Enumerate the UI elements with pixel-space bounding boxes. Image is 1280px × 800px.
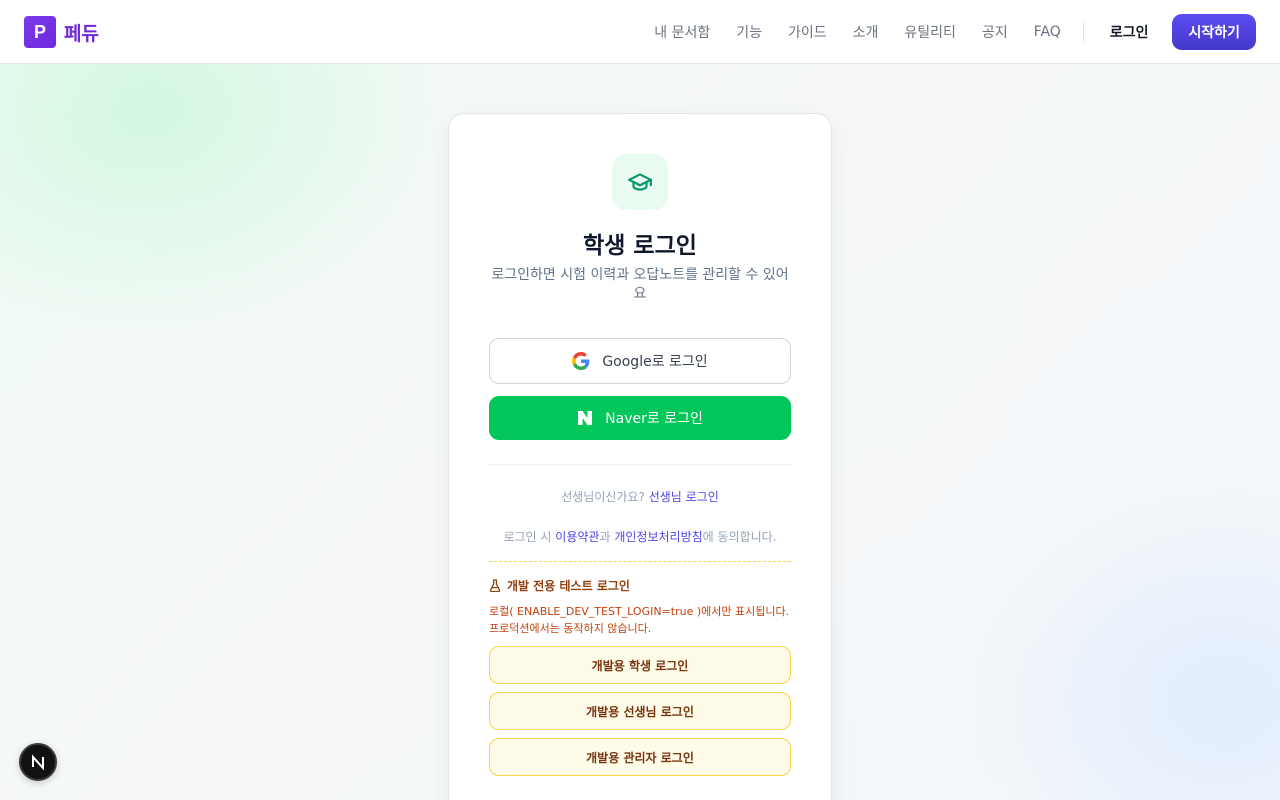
get-started-button[interactable]: 시작하기: [1172, 14, 1256, 50]
dev-section-title: 개발 전용 테스트 로그인: [489, 577, 630, 594]
top-nav-bar: P 페듀 내 문서함 기능 가이드 소개 유틸리티 공지 FAQ 로그인 시작하…: [0, 0, 1280, 64]
google-login-label: Google로 로그인: [602, 354, 708, 370]
nav-login-link[interactable]: 로그인: [1110, 22, 1149, 42]
terms-and: 과: [599, 530, 611, 544]
main-nav: 내 문서함 기능 가이드 소개 유틸리티 공지 FAQ 로그인 시작하기: [654, 0, 1280, 64]
nav-guide[interactable]: 가이드: [788, 22, 827, 42]
teacher-prompt: 선생님이신가요?: [561, 490, 645, 504]
nav-about[interactable]: 소개: [853, 22, 879, 42]
logo[interactable]: P 페듀: [24, 16, 99, 48]
naver-login-label: Naver로 로그인: [605, 411, 703, 427]
nav-features[interactable]: 기능: [736, 22, 762, 42]
nav-my-documents[interactable]: 내 문서함: [654, 22, 710, 42]
google-icon: [572, 352, 590, 370]
dev-description: 로컬( ENABLE_DEV_TEST_LOGIN=true )에서만 표시됩니…: [489, 605, 790, 635]
dev-section-divider: [489, 561, 791, 562]
terms-suffix: 에 동의합니다.: [702, 530, 777, 544]
nav-utilities[interactable]: 유틸리티: [904, 22, 956, 42]
terms-of-service-link[interactable]: 이용약관: [555, 530, 599, 544]
terms-notice: 로그인 시 이용약관과 개인정보처리방침에 동의합니다.: [449, 528, 831, 545]
n-logo-icon: [32, 754, 44, 770]
dev-student-login-button[interactable]: 개발용 학생 로그인: [489, 646, 791, 684]
graduation-cap-icon: [612, 154, 668, 210]
login-card: 학생 로그인 로그인하면 시험 이력과 오답노트를 관리할 수 있어요 Goog…: [448, 113, 832, 800]
nav-notices[interactable]: 공지: [982, 22, 1008, 42]
logo-text: 페듀: [64, 22, 99, 45]
nav-faq[interactable]: FAQ: [1034, 24, 1061, 40]
naver-icon: [577, 410, 593, 426]
google-login-button[interactable]: Google로 로그인: [489, 338, 791, 384]
nextjs-dev-indicator[interactable]: [19, 743, 57, 781]
dev-title-text: 개발 전용 테스트 로그인: [507, 579, 630, 593]
terms-prefix: 로그인 시: [503, 530, 552, 544]
naver-login-button[interactable]: Naver로 로그인: [489, 396, 791, 440]
flask-icon: [489, 579, 501, 592]
nav-divider: [1082, 22, 1084, 42]
logo-mark: P: [24, 16, 56, 48]
divider: [489, 464, 791, 465]
privacy-policy-link[interactable]: 개인정보처리방침: [614, 530, 702, 544]
teacher-login-link[interactable]: 선생님 로그인: [649, 490, 719, 504]
page-title: 학생 로그인: [583, 233, 697, 259]
teacher-login-row: 선생님이신가요? 선생님 로그인: [449, 488, 831, 505]
dev-admin-login-button[interactable]: 개발용 관리자 로그인: [489, 738, 791, 776]
dev-teacher-login-button[interactable]: 개발용 선생님 로그인: [489, 692, 791, 730]
page-subtitle: 로그인하면 시험 이력과 오답노트를 관리할 수 있어요: [491, 267, 789, 302]
